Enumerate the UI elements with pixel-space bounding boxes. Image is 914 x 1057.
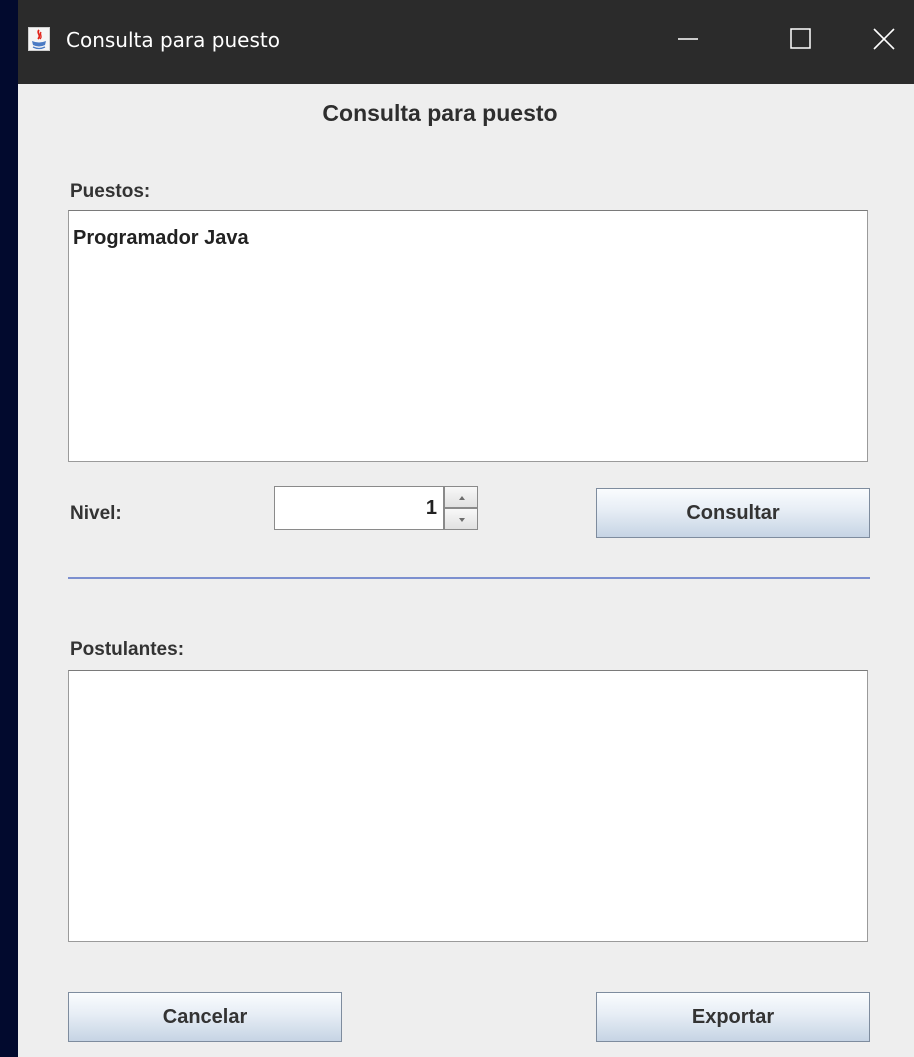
java-icon — [28, 27, 50, 51]
dialog-window: Consulta para puesto Consulta para puest… — [18, 0, 914, 1057]
postulantes-list[interactable] — [68, 670, 868, 942]
chevron-down-icon — [459, 518, 465, 522]
maximize-icon — [790, 28, 811, 49]
maximize-button[interactable] — [770, 14, 830, 68]
exportar-button[interactable]: Exportar — [596, 992, 870, 1042]
spinner-up-button[interactable] — [444, 486, 478, 508]
nivel-label: Nivel: — [70, 503, 122, 524]
puestos-list[interactable]: Programador Java — [68, 210, 868, 462]
consultar-button[interactable]: Consultar — [596, 488, 870, 538]
postulantes-label: Postulantes: — [70, 639, 185, 660]
close-icon — [873, 28, 895, 50]
minimize-icon — [678, 38, 698, 40]
separator — [68, 577, 870, 579]
minimize-button[interactable] — [658, 14, 718, 68]
cancelar-button[interactable]: Cancelar — [68, 992, 342, 1042]
nivel-spinner[interactable]: 1 — [274, 486, 480, 530]
list-item[interactable]: Programador Java — [73, 225, 249, 251]
title-bar[interactable]: Consulta para puesto — [18, 0, 914, 84]
nivel-input[interactable]: 1 — [274, 486, 444, 530]
chevron-up-icon — [459, 496, 465, 500]
close-button[interactable] — [854, 14, 914, 68]
dialog-heading: Consulta para puesto — [322, 100, 558, 126]
window-title: Consulta para puesto — [66, 28, 280, 52]
spinner-down-button[interactable] — [444, 508, 478, 530]
puestos-label: Puestos: — [70, 181, 151, 202]
